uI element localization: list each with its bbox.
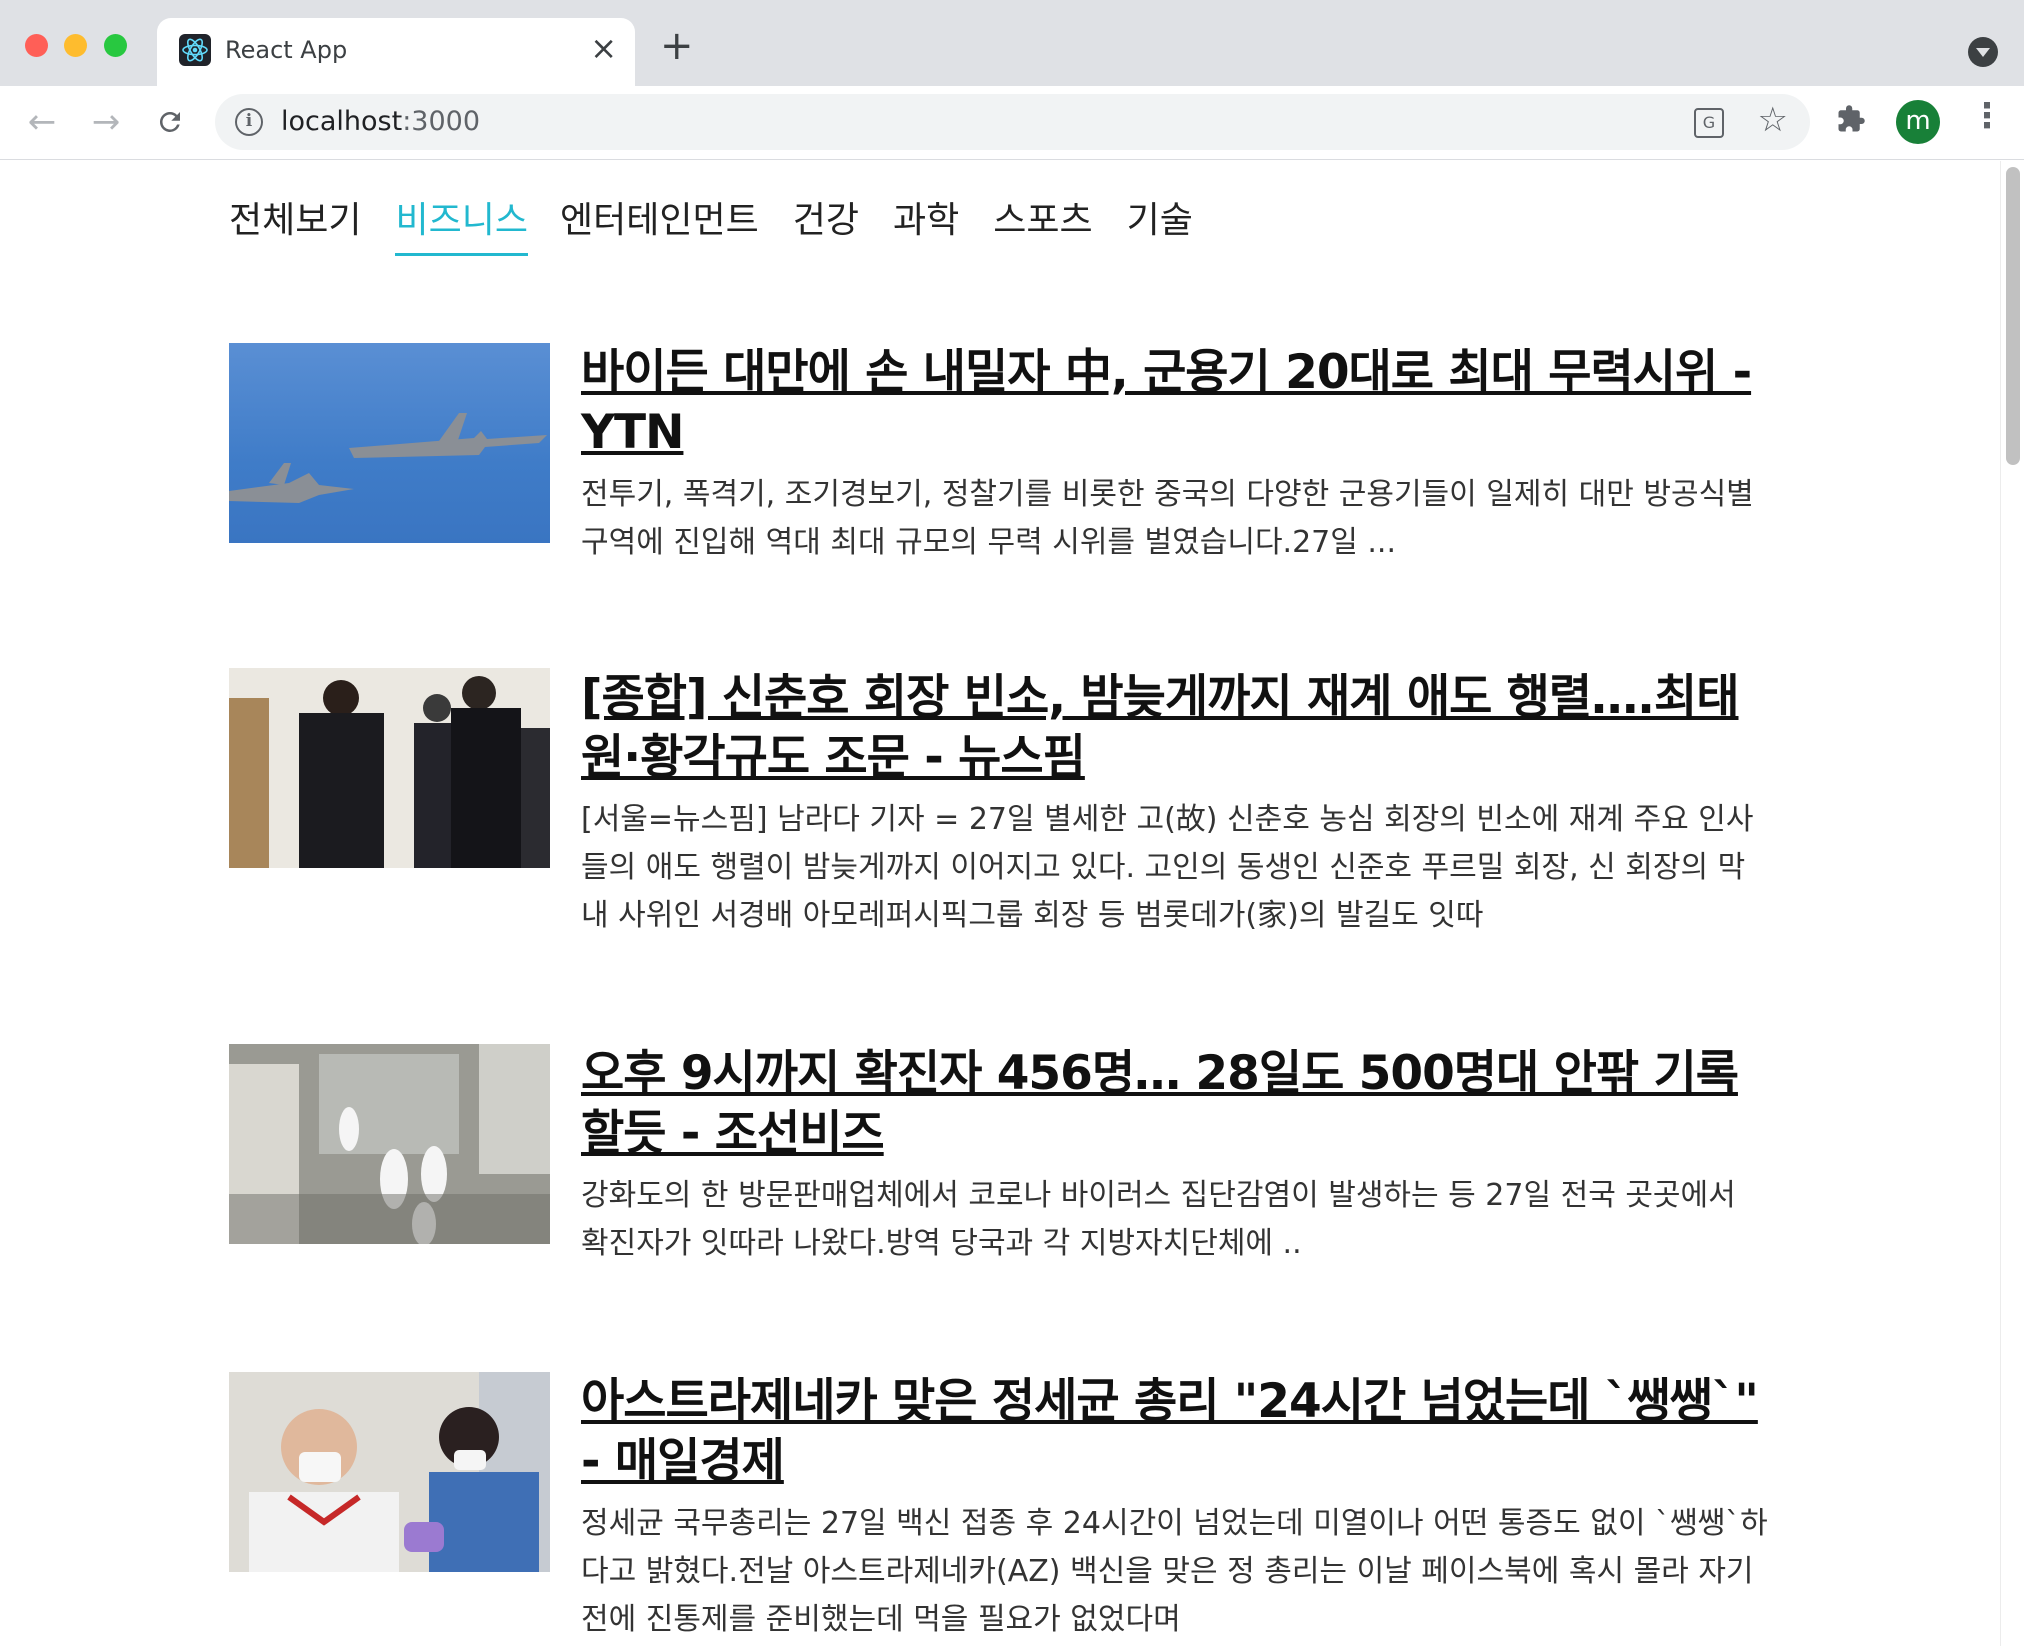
category-all[interactable]: 전체보기 [229,191,377,256]
close-window-button[interactable] [25,34,48,57]
news-thumbnail-vaccination[interactable] [229,1372,550,1572]
browser-tabstrip: React App × + [0,0,2024,86]
category-sports[interactable]: 스포츠 [977,191,1108,256]
news-thumbnail-funeral[interactable] [229,668,550,868]
category-entertainment[interactable]: 엔터테인먼트 [544,191,775,256]
news-title-link[interactable]: 오후 9시까지 확진자 456명… 28일도 500명대 안팎 기록할듯 - 조… [581,1044,1769,1164]
url-port: :3000 [402,106,481,137]
news-content: [종합] 신춘호 회장 빈소, 밤늦게까지 재계 애도 행렬….최태원·황각규도… [581,668,1769,1044]
news-content: 아스트라제네카 맞은 정세균 총리 "24시간 넘었는데 `쌩쌩`" - 매일경… [581,1372,1769,1646]
news-thumbnail-jets[interactable] [229,343,550,543]
browser-toolbar: ← → i localhost:3000 G ☆ m ⋮ [0,86,2024,160]
translate-icon[interactable]: G [1694,108,1724,138]
news-list: 바이든 대만에 손 내밀자 中, 군용기 20대로 최대 무력시위 - YTN … [229,343,1769,1646]
browser-menu-icon[interactable]: ⋮ [1970,96,2004,136]
news-item: [종합] 신춘호 회장 빈소, 밤늦게까지 재계 애도 행렬….최태원·황각규도… [229,668,1769,1044]
category-business[interactable]: 비즈니스 [395,191,528,256]
close-tab-icon[interactable]: × [590,32,617,64]
url-text[interactable]: localhost:3000 [281,106,480,137]
news-item: 오후 9시까지 확진자 456명… 28일도 500명대 안팎 기록할듯 - 조… [229,1044,1769,1372]
maximize-window-button[interactable] [104,34,127,57]
news-description: 정세균 국무총리는 27일 백신 접종 후 24시간이 넘었는데 미열이나 어떤… [581,1506,1768,1637]
news-description: 강화도의 한 방문판매업체에서 코로나 바이러스 집단감염이 발생하는 등 27… [581,1178,1736,1261]
category-technology[interactable]: 기술 [1111,191,1209,256]
new-tab-button[interactable]: + [660,26,694,66]
category-health[interactable]: 건강 [777,191,875,256]
scrollbar-thumb[interactable] [2006,167,2020,465]
news-title-link[interactable]: 바이든 대만에 손 내밀자 中, 군용기 20대로 최대 무력시위 - YTN [581,343,1769,463]
news-thumbnail-covid-testing[interactable] [229,1044,550,1244]
category-science[interactable]: 과학 [877,191,975,256]
page-scrollbar[interactable] [2000,161,2024,1646]
news-description: 전투기, 폭격기, 조기경보기, 정찰기를 비롯한 중국의 다양한 군용기들이 … [581,477,1754,560]
news-title-link[interactable]: 아스트라제네카 맞은 정세균 총리 "24시간 넘었는데 `쌩쌩`" - 매일경… [581,1372,1769,1492]
browser-tab[interactable]: React App × [157,18,635,86]
news-item: 아스트라제네카 맞은 정세균 총리 "24시간 넘었는데 `쌩쌩`" - 매일경… [229,1372,1769,1646]
react-logo-icon [179,34,211,66]
news-item: 바이든 대만에 손 내밀자 中, 군용기 20대로 최대 무력시위 - YTN … [229,343,1769,668]
url-host: localhost [281,106,403,137]
tab-title: React App [225,36,348,64]
news-title-link[interactable]: [종합] 신춘호 회장 빈소, 밤늦게까지 재계 애도 행렬….최태원·황각규도… [581,668,1769,788]
extensions-puzzle-icon[interactable] [1836,104,1866,142]
forward-icon[interactable]: → [84,100,128,144]
tab-search-icon[interactable] [1968,37,1998,67]
news-description: [서울=뉴스핌] 남라다 기자 = 27일 별세한 고(故) 신춘호 농심 회장… [581,802,1754,933]
bookmark-star-icon[interactable]: ☆ [1758,100,1788,140]
back-icon[interactable]: ← [20,100,64,144]
page-viewport: 전체보기 비즈니스 엔터테인먼트 건강 과학 스포츠 기술 바이든 대만에 손 … [0,161,2024,1646]
news-content: 오후 9시까지 확진자 456명… 28일도 500명대 안팎 기록할듯 - 조… [581,1044,1769,1372]
address-bar[interactable]: i localhost:3000 G ☆ [215,94,1810,150]
site-info-icon[interactable]: i [235,108,263,136]
reload-icon[interactable] [148,100,192,144]
category-nav: 전체보기 비즈니스 엔터테인먼트 건강 과학 스포츠 기술 [229,191,1211,256]
profile-avatar[interactable]: m [1896,100,1940,144]
news-content: 바이든 대만에 손 내밀자 中, 군용기 20대로 최대 무력시위 - YTN … [581,343,1769,668]
minimize-window-button[interactable] [64,34,87,57]
